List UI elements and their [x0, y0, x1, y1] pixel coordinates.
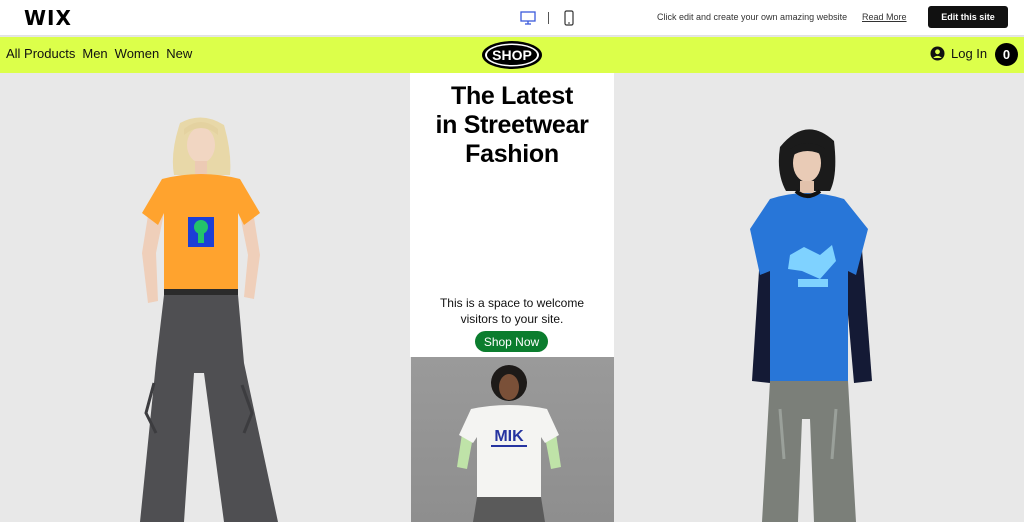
headline-line-1: The Latest	[450, 82, 574, 110]
cart-count-badge[interactable]: 0	[995, 43, 1018, 66]
desktop-view-icon[interactable]	[518, 8, 538, 28]
device-separator	[548, 12, 549, 24]
wix-top-bar: WIX Click edit and create your own amazi…	[0, 0, 1024, 36]
model-photo-left	[140, 117, 278, 522]
model-photo-center: MIK	[411, 357, 614, 522]
promo-text: Click edit and create your own amazing w…	[657, 12, 848, 22]
device-toggle	[518, 8, 579, 28]
wix-logo[interactable]: WIX	[24, 6, 72, 30]
nav-item-women[interactable]: Women	[115, 46, 160, 61]
headline-line-3: Fashion	[465, 140, 559, 168]
welcome-text: This is a space to welcome visitors to y…	[422, 295, 602, 327]
hero-section: The Latest in Streetwear Fashion This is…	[0, 73, 1024, 522]
user-avatar-icon	[930, 46, 945, 61]
shirt-print-text: MIK	[494, 428, 524, 445]
brand-logo[interactable]: SHOP	[480, 39, 544, 71]
welcome-line-1: This is a space to welcome	[439, 296, 585, 310]
hero-text-panel: The Latest in Streetwear Fashion This is…	[410, 73, 614, 357]
login-label: Log In	[951, 46, 988, 61]
brand-logo-text: SHOP	[492, 47, 532, 63]
nav-item-new[interactable]: New	[166, 46, 192, 61]
nav-item-all-products[interactable]: All Products	[6, 46, 75, 61]
welcome-line-2: visitors to your site.	[460, 312, 564, 326]
shop-now-button[interactable]: Shop Now	[475, 331, 548, 352]
main-nav: All Products Men Women New	[6, 46, 192, 61]
edit-site-button[interactable]: Edit this site	[928, 6, 1008, 28]
login-button[interactable]: Log In	[930, 46, 987, 61]
headline-line-2: in Streetwear	[435, 111, 589, 139]
mobile-view-icon[interactable]	[559, 8, 579, 28]
nav-item-men[interactable]: Men	[82, 46, 107, 61]
model-photo-right	[750, 129, 872, 522]
read-more-link[interactable]: Read More	[862, 12, 907, 22]
hero-headline: The Latest in Streetwear Fashion	[410, 82, 614, 169]
site-header: All Products Men Women New SHOP Log In 0	[0, 37, 1024, 73]
